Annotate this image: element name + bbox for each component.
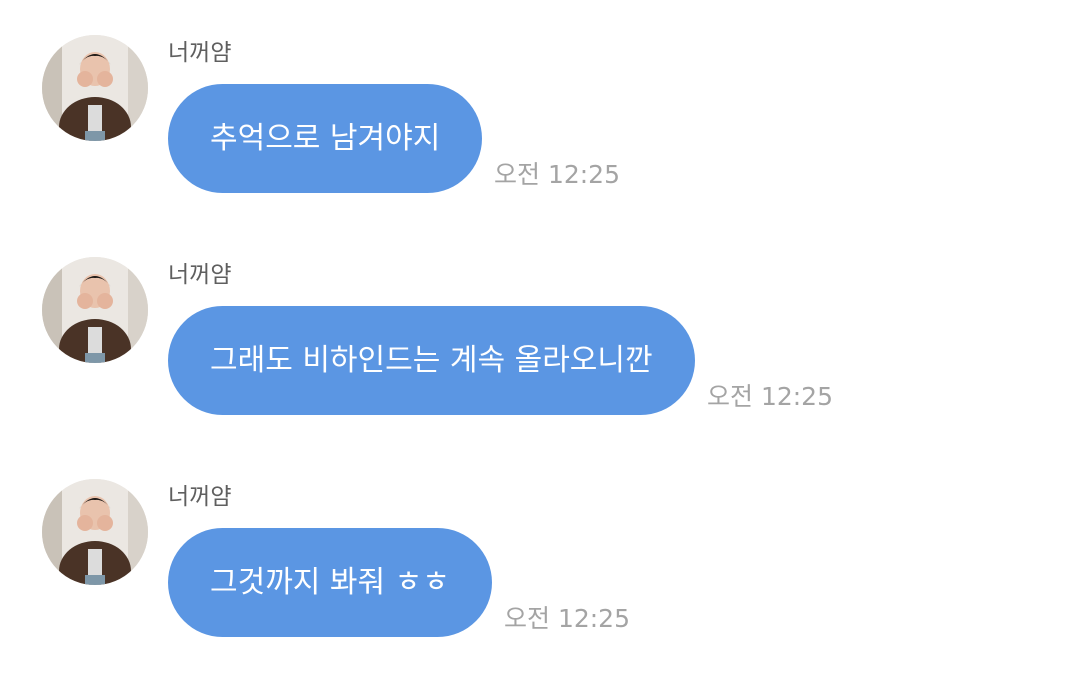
sender-name: 너꺼얌 — [168, 262, 232, 288]
message-bubble[interactable]: 추억으로 남겨야지 — [168, 84, 483, 193]
message-bubble[interactable]: 그것까지 봐줘 ㅎㅎ — [168, 528, 492, 637]
sender-name: 너꺼얌 — [168, 484, 232, 510]
profile-photo-icon — [42, 479, 148, 585]
avatar[interactable] — [42, 479, 148, 585]
message-bubble[interactable]: 그래도 비하인드는 계속 올라오니깐 — [168, 306, 695, 415]
chat-message: 너꺼얌 그것까지 봐줘 ㅎㅎ 오전 12:25 — [0, 479, 1080, 679]
avatar[interactable] — [42, 257, 148, 363]
sender-name: 너꺼얌 — [168, 40, 232, 66]
avatar[interactable] — [42, 35, 148, 141]
profile-photo-icon — [42, 35, 148, 141]
message-timestamp: 오전 12:25 — [707, 382, 833, 411]
message-timestamp: 오전 12:25 — [494, 160, 620, 189]
chat-message: 너꺼얌 그래도 비하인드는 계속 올라오니깐 오전 12:25 — [0, 257, 1080, 457]
chat-message: 너꺼얌 추억으로 남겨야지 오전 12:25 — [0, 35, 1080, 235]
message-timestamp: 오전 12:25 — [504, 604, 630, 633]
profile-photo-icon — [42, 257, 148, 363]
